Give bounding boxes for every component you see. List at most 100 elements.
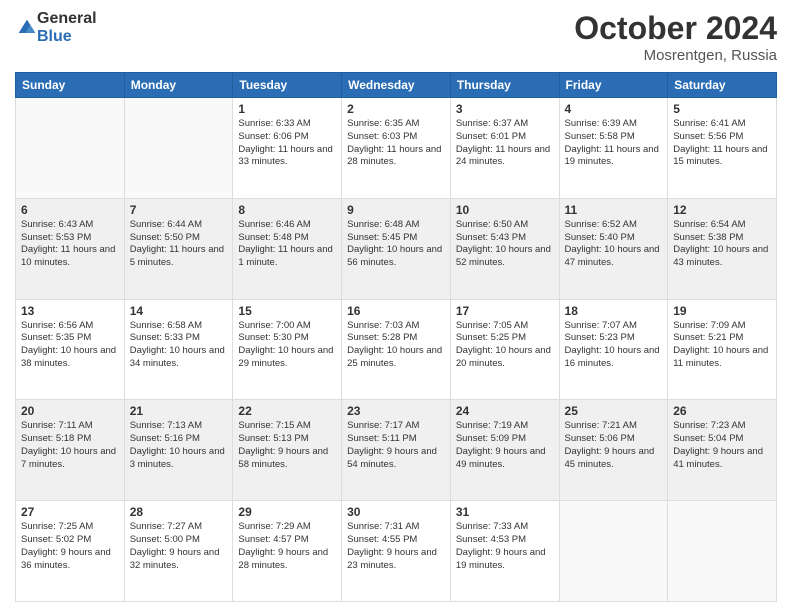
calendar-cell: 1 Sunrise: 6:33 AM Sunset: 6:06 PM Daylig… xyxy=(233,98,342,199)
week-row-2: 6 Sunrise: 6:43 AM Sunset: 5:53 PM Daylig… xyxy=(16,198,777,299)
day-number: 28 xyxy=(130,505,228,519)
cell-info: Sunrise: 6:35 AM Sunset: 6:03 PM Dayligh… xyxy=(347,118,445,169)
calendar-cell: 21 Sunrise: 7:13 AM Sunset: 5:16 PM Dayli… xyxy=(124,400,233,501)
day-header-saturday: Saturday xyxy=(668,73,777,98)
calendar-cell: 29Sunrise: 7:29 AM Sunset: 4:57 PM Dayli… xyxy=(233,501,342,602)
calendar-cell: 28 Sunrise: 7:27 AM Sunset: 5:00 PM Dayli… xyxy=(124,501,233,602)
day-number: 15 xyxy=(238,304,336,318)
day-number: 1 xyxy=(238,102,336,116)
cell-info: Sunrise: 6:43 AM Sunset: 5:53 PM Dayligh… xyxy=(21,219,119,270)
logo-blue: Blue xyxy=(37,28,97,46)
cell-info: Sunrise: 7:23 AM Sunset: 5:04 PM Dayligh… xyxy=(673,420,771,471)
cell-info: Sunrise: 6:58 AM Sunset: 5:33 PM Dayligh… xyxy=(130,320,228,371)
day-number: 27 xyxy=(21,505,119,519)
day-number: 14 xyxy=(130,304,228,318)
week-row-4: 20Sunrise: 7:11 AM Sunset: 5:18 PM Dayli… xyxy=(16,400,777,501)
calendar-cell: 19Sunrise: 7:09 AM Sunset: 5:21 PM Dayli… xyxy=(668,299,777,400)
day-number: 30 xyxy=(347,505,445,519)
cell-info: Sunrise: 7:05 AM Sunset: 5:25 PM Dayligh… xyxy=(456,320,554,371)
calendar-cell: 7 Sunrise: 6:44 AM Sunset: 5:50 PM Daylig… xyxy=(124,198,233,299)
day-number: 4 xyxy=(565,102,663,116)
week-row-3: 13Sunrise: 6:56 AM Sunset: 5:35 PM Dayli… xyxy=(16,299,777,400)
cell-info: Sunrise: 7:21 AM Sunset: 5:06 PM Dayligh… xyxy=(565,420,663,471)
day-number: 23 xyxy=(347,404,445,418)
cell-info: Sunrise: 6:50 AM Sunset: 5:43 PM Dayligh… xyxy=(456,219,554,270)
cell-info: Sunrise: 6:39 AM Sunset: 5:58 PM Dayligh… xyxy=(565,118,663,169)
cell-info: Sunrise: 7:19 AM Sunset: 5:09 PM Dayligh… xyxy=(456,420,554,471)
calendar-cell: 12 Sunrise: 6:54 AM Sunset: 5:38 PM Dayli… xyxy=(668,198,777,299)
cell-info: Sunrise: 7:33 AM Sunset: 4:53 PM Dayligh… xyxy=(456,521,554,572)
day-number: 10 xyxy=(456,203,554,217)
cell-info: Sunrise: 7:11 AM Sunset: 5:18 PM Dayligh… xyxy=(21,420,119,471)
day-number: 11 xyxy=(565,203,663,217)
cell-info: Sunrise: 6:48 AM Sunset: 5:45 PM Dayligh… xyxy=(347,219,445,270)
calendar-cell: 10 Sunrise: 6:50 AM Sunset: 5:43 PM Dayli… xyxy=(450,198,559,299)
calendar-cell: 31Sunrise: 7:33 AM Sunset: 4:53 PM Dayli… xyxy=(450,501,559,602)
day-number: 8 xyxy=(238,203,336,217)
day-number: 26 xyxy=(673,404,771,418)
calendar-cell: 15 Sunrise: 7:00 AM Sunset: 5:30 PM Dayli… xyxy=(233,299,342,400)
calendar-cell: 22Sunrise: 7:15 AM Sunset: 5:13 PM Dayli… xyxy=(233,400,342,501)
day-number: 24 xyxy=(456,404,554,418)
day-number: 2 xyxy=(347,102,445,116)
day-number: 22 xyxy=(238,404,336,418)
cell-info: Sunrise: 7:13 AM Sunset: 5:16 PM Dayligh… xyxy=(130,420,228,471)
logo: General Blue xyxy=(15,10,97,45)
calendar-cell: 9 Sunrise: 6:48 AM Sunset: 5:45 PM Daylig… xyxy=(342,198,451,299)
cell-info: Sunrise: 7:07 AM Sunset: 5:23 PM Dayligh… xyxy=(565,320,663,371)
calendar-cell: 2 Sunrise: 6:35 AM Sunset: 6:03 PM Daylig… xyxy=(342,98,451,199)
day-number: 16 xyxy=(347,304,445,318)
cell-info: Sunrise: 7:25 AM Sunset: 5:02 PM Dayligh… xyxy=(21,521,119,572)
logo-icon xyxy=(17,18,37,38)
day-header-monday: Monday xyxy=(124,73,233,98)
day-number: 9 xyxy=(347,203,445,217)
day-number: 17 xyxy=(456,304,554,318)
cell-info: Sunrise: 6:41 AM Sunset: 5:56 PM Dayligh… xyxy=(673,118,771,169)
day-header-wednesday: Wednesday xyxy=(342,73,451,98)
day-number: 13 xyxy=(21,304,119,318)
title-area: October 2024 Mosrentgen, Russia xyxy=(574,10,777,64)
day-number: 21 xyxy=(130,404,228,418)
page: General Blue October 2024 Mosrentgen, Ru… xyxy=(0,0,792,612)
day-number: 7 xyxy=(130,203,228,217)
calendar-cell: 11Sunrise: 6:52 AM Sunset: 5:40 PM Dayli… xyxy=(559,198,668,299)
day-number: 3 xyxy=(456,102,554,116)
calendar-cell: 5Sunrise: 6:41 AM Sunset: 5:56 PM Daylig… xyxy=(668,98,777,199)
calendar-cell: 13Sunrise: 6:56 AM Sunset: 5:35 PM Dayli… xyxy=(16,299,125,400)
calendar-cell: 16 Sunrise: 7:03 AM Sunset: 5:28 PM Dayli… xyxy=(342,299,451,400)
calendar-cell: 25Sunrise: 7:21 AM Sunset: 5:06 PM Dayli… xyxy=(559,400,668,501)
calendar-cell xyxy=(668,501,777,602)
calendar-cell: 4 Sunrise: 6:39 AM Sunset: 5:58 PM Daylig… xyxy=(559,98,668,199)
calendar-cell: 8Sunrise: 6:46 AM Sunset: 5:48 PM Daylig… xyxy=(233,198,342,299)
day-number: 6 xyxy=(21,203,119,217)
calendar-cell xyxy=(124,98,233,199)
cell-info: Sunrise: 6:54 AM Sunset: 5:38 PM Dayligh… xyxy=(673,219,771,270)
cell-info: Sunrise: 7:27 AM Sunset: 5:00 PM Dayligh… xyxy=(130,521,228,572)
cell-info: Sunrise: 7:03 AM Sunset: 5:28 PM Dayligh… xyxy=(347,320,445,371)
day-header-friday: Friday xyxy=(559,73,668,98)
cell-info: Sunrise: 7:17 AM Sunset: 5:11 PM Dayligh… xyxy=(347,420,445,471)
logo-general: General xyxy=(37,10,97,28)
location: Mosrentgen, Russia xyxy=(574,47,777,64)
calendar-cell xyxy=(559,501,668,602)
cell-info: Sunrise: 6:37 AM Sunset: 6:01 PM Dayligh… xyxy=(456,118,554,169)
calendar-cell: 17 Sunrise: 7:05 AM Sunset: 5:25 PM Dayli… xyxy=(450,299,559,400)
cell-info: Sunrise: 6:33 AM Sunset: 6:06 PM Dayligh… xyxy=(238,118,336,169)
day-header-sunday: Sunday xyxy=(16,73,125,98)
calendar-cell: 14 Sunrise: 6:58 AM Sunset: 5:33 PM Dayli… xyxy=(124,299,233,400)
calendar-cell xyxy=(16,98,125,199)
calendar-cell: 20Sunrise: 7:11 AM Sunset: 5:18 PM Dayli… xyxy=(16,400,125,501)
calendar-cell: 18 Sunrise: 7:07 AM Sunset: 5:23 PM Dayli… xyxy=(559,299,668,400)
logo-text: General Blue xyxy=(37,10,97,45)
cell-info: Sunrise: 7:00 AM Sunset: 5:30 PM Dayligh… xyxy=(238,320,336,371)
day-header-tuesday: Tuesday xyxy=(233,73,342,98)
header: General Blue October 2024 Mosrentgen, Ru… xyxy=(15,10,777,64)
day-number: 12 xyxy=(673,203,771,217)
cell-info: Sunrise: 6:44 AM Sunset: 5:50 PM Dayligh… xyxy=(130,219,228,270)
day-number: 18 xyxy=(565,304,663,318)
calendar-table: SundayMondayTuesdayWednesdayThursdayFrid… xyxy=(15,72,777,602)
calendar-cell: 30Sunrise: 7:31 AM Sunset: 4:55 PM Dayli… xyxy=(342,501,451,602)
month-title: October 2024 xyxy=(574,10,777,47)
day-number: 29 xyxy=(238,505,336,519)
calendar-cell: 3 Sunrise: 6:37 AM Sunset: 6:01 PM Daylig… xyxy=(450,98,559,199)
